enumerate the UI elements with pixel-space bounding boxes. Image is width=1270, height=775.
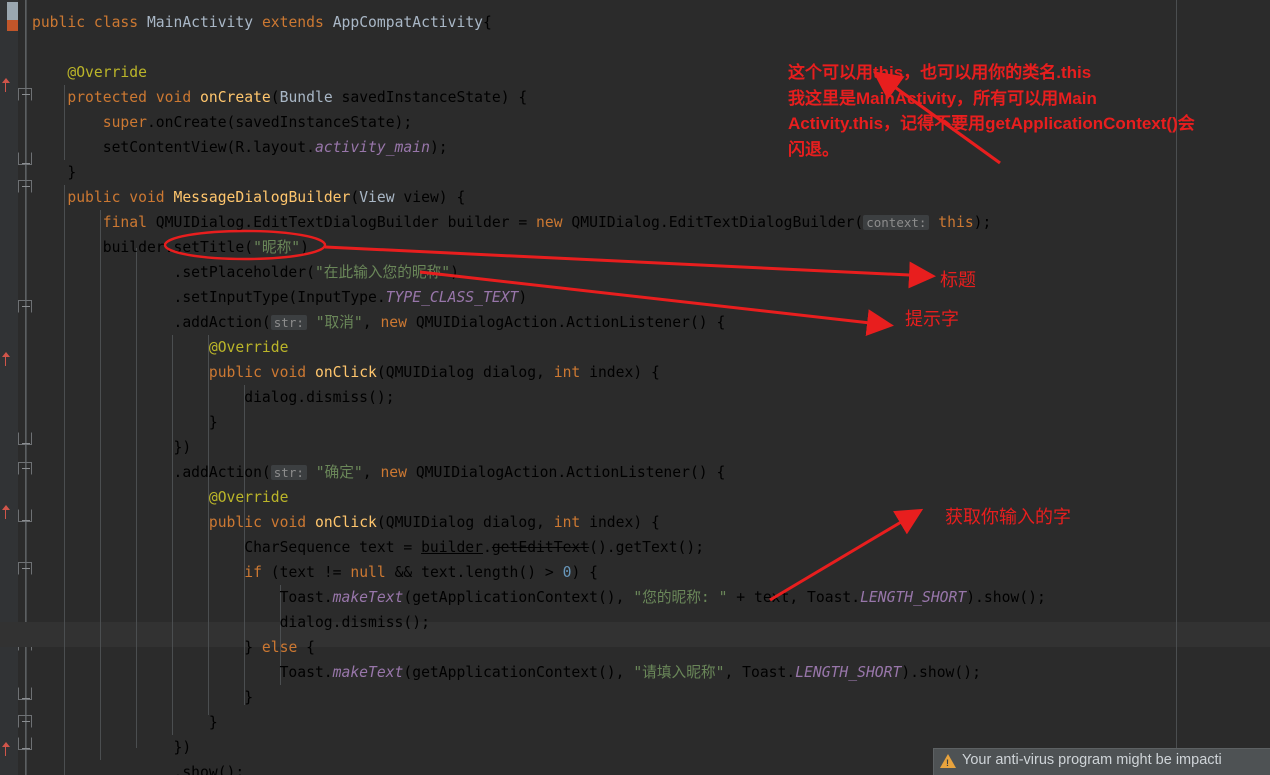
annotation-label-placeholder: 提示字 — [905, 309, 959, 329]
code-line[interactable]: builder.setTitle("昵称") — [0, 235, 1270, 260]
code-line[interactable]: CharSequence text = builder.getEditText(… — [0, 535, 1270, 560]
code-line[interactable]: } — [0, 685, 1270, 710]
annotation-label-gettext: 获取你输入的字 — [945, 507, 1071, 527]
code-line[interactable]: Toast.makeText(getApplicationContext(), … — [0, 660, 1270, 685]
code-line[interactable]: public class MainActivity extends AppCom… — [0, 10, 1270, 35]
code-line[interactable]: } — [0, 160, 1270, 185]
code-line[interactable]: dialog.dismiss(); — [0, 385, 1270, 410]
annotation-label-title: 标题 — [940, 270, 976, 290]
code-line[interactable]: @Override — [0, 335, 1270, 360]
notification-text: Your anti-virus program might be impacti — [962, 752, 1222, 768]
code-line[interactable]: @Override — [0, 485, 1270, 510]
code-line[interactable]: .addAction(str: "取消", new QMUIDialogActi… — [0, 310, 1270, 335]
code-line[interactable]: dialog.dismiss(); — [0, 610, 1270, 635]
code-line[interactable]: } else { — [0, 635, 1270, 660]
code-line[interactable]: .setPlaceholder("在此输入您的昵称") — [0, 260, 1270, 285]
ide-editor-window: public class MainActivity extends AppCom… — [0, 0, 1270, 775]
code-line[interactable]: public void onClick(QMUIDialog dialog, i… — [0, 510, 1270, 535]
code-line[interactable]: final QMUIDialog.EditTextDialogBuilder b… — [0, 210, 1270, 235]
code-line[interactable]: .setInputType(InputType.TYPE_CLASS_TEXT) — [0, 285, 1270, 310]
warning-triangle-icon — [940, 754, 956, 768]
code-line[interactable]: }) — [0, 435, 1270, 460]
code-line[interactable]: public void onClick(QMUIDialog dialog, i… — [0, 360, 1270, 385]
code-line[interactable]: } — [0, 710, 1270, 735]
notification-bar[interactable]: Your anti-virus program might be impacti — [933, 748, 1270, 775]
code-line[interactable]: .addAction(str: "确定", new QMUIDialogActi… — [0, 460, 1270, 485]
code-line[interactable]: public void MessageDialogBuilder(View vi… — [0, 185, 1270, 210]
annotation-note-context: 这个可以用this，也可以用你的类名.this 我这里是MainActivity… — [788, 63, 1195, 159]
code-line[interactable]: } — [0, 410, 1270, 435]
code-line[interactable]: Toast.makeText(getApplicationContext(), … — [0, 585, 1270, 610]
code-line[interactable]: if (text != null && text.length() > 0) { — [0, 560, 1270, 585]
